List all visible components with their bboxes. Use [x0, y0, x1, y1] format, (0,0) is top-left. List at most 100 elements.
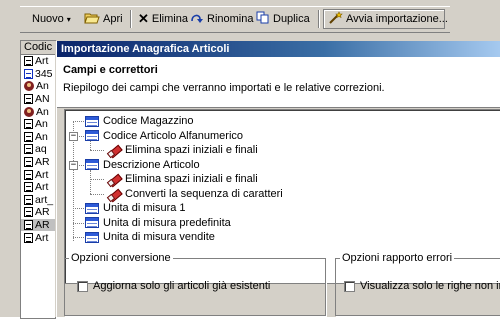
magic-wand-icon [328, 11, 343, 27]
list-item[interactable]: art_ [21, 194, 55, 207]
header-title: Campi e correttori [63, 64, 158, 76]
tree-connector [73, 208, 84, 209]
tree-connector [90, 179, 104, 180]
tree-corrector-item[interactable]: Elimina spazi iniziali e finali [107, 172, 258, 186]
tree-item-label: Converti la sequenza di caratteri [125, 187, 283, 200]
doc-icon [24, 94, 33, 105]
rename-button-label: Rinomina [207, 13, 254, 25]
list-item-label: Art [35, 168, 49, 181]
rename-icon [190, 11, 204, 27]
table-icon [85, 202, 99, 214]
list-item-label: AR [35, 206, 50, 219]
list-item-label: AR [35, 156, 50, 169]
tree-corrector-item[interactable]: Elimina spazi iniziali e finali [107, 143, 258, 157]
list-item[interactable]: AR [21, 156, 55, 169]
error-report-options-group: Opzioni rapporto errori Visualizza solo … [335, 252, 500, 316]
tree-connector [90, 193, 104, 195]
doc-blue-icon [24, 68, 33, 79]
list-item[interactable]: aq [21, 143, 55, 156]
doc-icon [24, 220, 33, 231]
doc-icon [24, 157, 33, 168]
tree-corrector-item[interactable]: Converti la sequenza di caratteri [107, 187, 283, 201]
conversion-options-group: Opzioni conversione Aggiorna solo gli ar… [64, 252, 326, 316]
list-item[interactable]: AN [21, 93, 55, 106]
doc-icon [24, 194, 33, 205]
tree-collapse-toggle[interactable]: − [69, 131, 78, 141]
person-icon [24, 106, 34, 117]
tree-field-item[interactable]: Unita di misura vendite [85, 230, 215, 244]
list-item[interactable]: An [21, 105, 55, 118]
tree-collapse-toggle[interactable]: − [69, 160, 78, 170]
import-dialog: Importazione Anagrafica Articoli Campi e… [56, 41, 500, 317]
list-item[interactable]: Art [21, 55, 55, 68]
tree-connector [90, 140, 91, 150]
tree-field-item[interactable]: Codice Magazzino [85, 114, 194, 128]
tree-connector [90, 150, 104, 151]
toolbar: Nuovo ▾ Apri ✕ Elimina Rinomina Duplica [20, 6, 450, 33]
list-item[interactable]: An [21, 131, 55, 144]
delete-x-icon: ✕ [138, 11, 149, 26]
list-item-label: Art [35, 231, 49, 244]
tree-item-label: Unita di misura 1 [103, 202, 186, 214]
new-button-label: Nuovo [32, 13, 64, 25]
doc-icon [24, 131, 33, 142]
tree-item-label: Codice Magazzino [103, 115, 194, 127]
checkbox-box[interactable] [344, 280, 355, 292]
show-only-errors-checkbox[interactable]: Visualizza solo le righe non imp [344, 280, 500, 292]
doc-icon [24, 182, 33, 193]
tree-connector [73, 222, 84, 224]
tree-connector [73, 121, 84, 122]
doc-icon [24, 56, 33, 67]
tree-field-item[interactable]: Codice Articolo Alfanumerico [85, 129, 243, 143]
doc-icon [24, 144, 33, 155]
list-item[interactable]: Art [21, 168, 55, 181]
table-icon [85, 115, 99, 127]
table-icon [85, 231, 99, 243]
tree-item-label: Unita di misura predefinita [103, 216, 231, 229]
rename-button[interactable]: Rinomina [186, 9, 257, 29]
toolbar-separator [130, 10, 132, 28]
doc-icon [24, 232, 33, 243]
update-existing-label: Aggiorna solo gli articoli già esistenti [93, 280, 271, 292]
update-existing-checkbox[interactable]: Aggiorna solo gli articoli già esistenti [77, 280, 270, 292]
list-item-label: An [35, 118, 48, 131]
person-icon [24, 81, 34, 92]
list-item[interactable]: An [21, 80, 55, 93]
list-item[interactable]: Art [21, 181, 55, 194]
tree-field-item[interactable]: Unita di misura predefinita [85, 216, 231, 230]
dropdown-arrow-icon[interactable]: ▾ [67, 15, 71, 24]
checkbox-box[interactable] [77, 280, 88, 292]
error-report-options-legend: Opzioni rapporto errori [342, 252, 453, 264]
article-list[interactable]: Codic Art 345 An AN An An An aq AR Art Art art_ AR AR… [20, 40, 56, 319]
list-item-label: Art [35, 55, 49, 68]
tree-item-label: Descrizione Articolo [103, 158, 200, 171]
doc-icon [24, 207, 33, 218]
tree-connector [73, 237, 84, 238]
doc-icon [24, 169, 33, 180]
list-rows: Art 345 An AN An An An aq AR Art Art art_ AR AR Art [21, 55, 55, 244]
list-item-label: 345 [35, 67, 53, 80]
open-button-label: Apri [103, 13, 123, 25]
dialog-header: Campi e correttori Riepilogo dei campi c… [57, 57, 500, 108]
list-item[interactable]: Art [21, 231, 55, 244]
list-item-label: An [36, 105, 49, 118]
new-button[interactable]: Nuovo ▾ [28, 9, 75, 29]
tree-item-label: Codice Articolo Alfanumerico [103, 129, 244, 142]
tree-field-item[interactable]: Descrizione Articolo [85, 158, 200, 172]
list-item[interactable]: AR [21, 218, 55, 232]
eraser-icon [107, 173, 121, 185]
list-column-header[interactable]: Codic [21, 41, 55, 55]
list-item[interactable]: 345 [21, 68, 55, 81]
eraser-icon [107, 188, 121, 200]
list-item[interactable]: AR [21, 206, 55, 219]
tree-field-item[interactable]: Unita di misura 1 [85, 201, 186, 215]
open-folder-icon [84, 11, 100, 27]
list-item-label: AR [35, 219, 50, 232]
list-item-label: An [36, 80, 49, 93]
start-import-button[interactable]: Avvia importazione... [323, 9, 448, 29]
list-item[interactable]: An [21, 118, 55, 131]
open-button[interactable]: Apri [80, 9, 127, 29]
duplicate-button[interactable]: Duplica [252, 9, 314, 29]
delete-button[interactable]: ✕ Elimina [134, 9, 192, 29]
show-only-errors-label: Visualizza solo le righe non imp [360, 280, 500, 292]
